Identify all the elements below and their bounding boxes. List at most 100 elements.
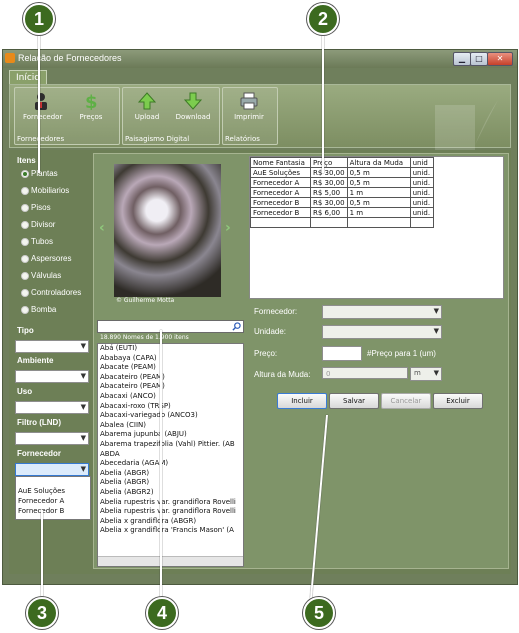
chevron-down-icon: ▼: [433, 327, 439, 335]
incluir-button[interactable]: Incluir: [277, 393, 327, 409]
imprimir-button[interactable]: Imprimir: [231, 92, 267, 121]
tab-inicio[interactable]: Início: [9, 70, 47, 85]
table-cell: [250, 217, 311, 228]
dropdown-option[interactable]: Fornecedor B: [16, 506, 90, 516]
list-item[interactable]: Abelia (ABGR): [98, 478, 243, 488]
precos-button[interactable]: $ Preços: [73, 92, 109, 121]
table-header[interactable]: Altura da Muda: [346, 157, 411, 168]
table-row-empty[interactable]: [250, 217, 434, 228]
minimize-button[interactable]: ▁: [453, 52, 471, 66]
download-button[interactable]: Download: [175, 92, 211, 121]
salvar-button[interactable]: Salvar: [329, 393, 379, 409]
radio-pisos[interactable]: [21, 204, 29, 212]
previous-photo-arrow[interactable]: ‹: [99, 220, 105, 236]
radio-mobiliarios[interactable]: [21, 187, 29, 195]
filtro-lnd-combo[interactable]: ▼: [15, 432, 89, 445]
printer-icon: [240, 92, 258, 110]
radio-bomba[interactable]: [21, 306, 29, 314]
item-label-plantas: Plantas: [31, 169, 58, 178]
item-label-divisor: Divisor: [31, 220, 56, 229]
table-cell: Fornecedor A: [250, 187, 311, 198]
table-row[interactable]: Fornecedor A R$ 30,00 0,5 m unid.: [250, 177, 434, 188]
fornecedor-button-label: Fornecedor: [23, 113, 63, 121]
chevron-down-icon: ▼: [80, 434, 86, 442]
download-arrow-icon: [184, 92, 202, 110]
table-header[interactable]: Nome Fantasia: [250, 157, 311, 168]
ambiente-combo[interactable]: ▼: [15, 370, 89, 383]
table-cell: 0,5 m: [346, 167, 411, 178]
list-item[interactable]: Abarema jupunba (ABJU): [98, 430, 243, 440]
list-item[interactable]: Abelia x grandiflora (ABGR): [98, 517, 243, 527]
excluir-button[interactable]: Excluir: [433, 393, 483, 409]
fornecedor-form-combo[interactable]: ▼: [322, 305, 442, 319]
list-item[interactable]: Abacateiro (PEAM): [98, 382, 243, 392]
list-item[interactable]: Abecedaria (AGAM): [98, 459, 243, 469]
search-input[interactable]: [97, 320, 244, 333]
cancelar-button[interactable]: Cancelar: [381, 393, 431, 409]
app-icon: [5, 53, 15, 63]
list-item[interactable]: Abacaxi-variegado (ANCO3): [98, 411, 243, 421]
list-item[interactable]: Abelia (ABGR2): [98, 488, 243, 498]
altura-unit-combo[interactable]: m ▼: [410, 367, 442, 381]
dropdown-option-empty[interactable]: [16, 477, 90, 486]
ambiente-label: Ambiente: [17, 356, 54, 365]
list-item[interactable]: Abelia rupestris var. grandiflora Rovell…: [98, 507, 243, 517]
fornecedor-dropdown-list: AuE Soluções Fornecedor A Fornecedor B: [15, 476, 91, 520]
app-window: Relação de Fornecedores ▁ □ ✕ Início For…: [2, 49, 518, 585]
fornecedor-filter-label: Fornecedor: [17, 449, 62, 458]
list-item[interactable]: Abacaxi (ANCO): [98, 392, 243, 402]
item-label-valvulas: Válvulas: [31, 271, 62, 280]
table-header[interactable]: unid: [409, 157, 434, 168]
table-cell: AuE Soluções: [250, 167, 311, 178]
callout-4: 4: [146, 597, 178, 629]
callout-2-pointer: [322, 33, 324, 173]
list-item[interactable]: Abalea (CIIN): [98, 421, 243, 431]
list-item[interactable]: Ababaya (CAPA): [98, 354, 243, 364]
table-row[interactable]: Fornecedor A R$ 5,00 1 m unid.: [250, 187, 434, 198]
list-item[interactable]: Abacate (PEAM): [98, 363, 243, 373]
table-row[interactable]: AuE Soluções R$ 30,00 0,5 m unid.: [250, 167, 434, 178]
table-cell: unid.: [409, 187, 434, 198]
table-header[interactable]: Preço: [310, 157, 348, 168]
unidade-combo[interactable]: ▼: [322, 325, 442, 339]
list-item[interactable]: Abacateiro (PEAM): [98, 373, 243, 383]
radio-controladores[interactable]: [21, 289, 29, 297]
item-label-bomba: Bomba: [31, 305, 57, 314]
list-item[interactable]: Abelia rupestris var. grandiflora Rovell…: [98, 498, 243, 508]
upload-button[interactable]: Upload: [129, 92, 165, 121]
close-button[interactable]: ✕: [487, 52, 513, 66]
dollar-icon: $: [85, 92, 98, 110]
radio-plantas[interactable]: [21, 170, 29, 178]
table-row[interactable]: Fornecedor B R$ 30,00 0,5 m unid.: [250, 197, 434, 208]
radio-tubos[interactable]: [21, 238, 29, 246]
list-item[interactable]: Abacaxi-roxo (TRSP): [98, 402, 243, 412]
search-count: 18.890 Nomes de 1.900 itens: [100, 334, 189, 341]
list-item[interactable]: Abelia x grandiflora 'Francis Mason' (A: [98, 526, 243, 536]
item-label-mobiliarios: Mobiliarios: [31, 186, 70, 195]
altura-input[interactable]: 0: [322, 367, 408, 379]
dropdown-option[interactable]: Fornecedor A: [16, 496, 90, 506]
search-icon[interactable]: [232, 322, 241, 331]
callout-2: 2: [307, 3, 339, 35]
tipo-combo[interactable]: ▼: [15, 340, 89, 353]
uso-combo[interactable]: ▼: [15, 401, 89, 414]
callout-4-pointer: [160, 330, 162, 598]
list-item[interactable]: Abarema trapezifolia (Vahl) Pittier. (AB: [98, 440, 243, 450]
table-row[interactable]: Fornecedor B R$ 6,00 1 m unid.: [250, 207, 434, 218]
horizontal-scrollbar[interactable]: [98, 556, 243, 566]
item-label-pisos: Pisos: [31, 203, 51, 212]
table-cell: 1 m: [346, 187, 411, 198]
fornecedor-button[interactable]: Fornecedor: [23, 92, 63, 121]
radio-divisor[interactable]: [21, 221, 29, 229]
list-item[interactable]: Abelia (ABGR): [98, 469, 243, 479]
radio-aspersores[interactable]: [21, 255, 29, 263]
maximize-button[interactable]: □: [470, 52, 488, 66]
list-item[interactable]: ABDA: [98, 450, 243, 460]
dropdown-option[interactable]: AuE Soluções: [16, 486, 90, 496]
preco-input[interactable]: [322, 346, 362, 361]
radio-valvulas[interactable]: [21, 272, 29, 280]
fornecedor-combo[interactable]: ▼: [15, 463, 89, 476]
next-photo-arrow[interactable]: ›: [225, 220, 231, 236]
table-cell: 0,5 m: [346, 177, 411, 188]
list-item[interactable]: Abá (EUTI): [98, 344, 243, 354]
